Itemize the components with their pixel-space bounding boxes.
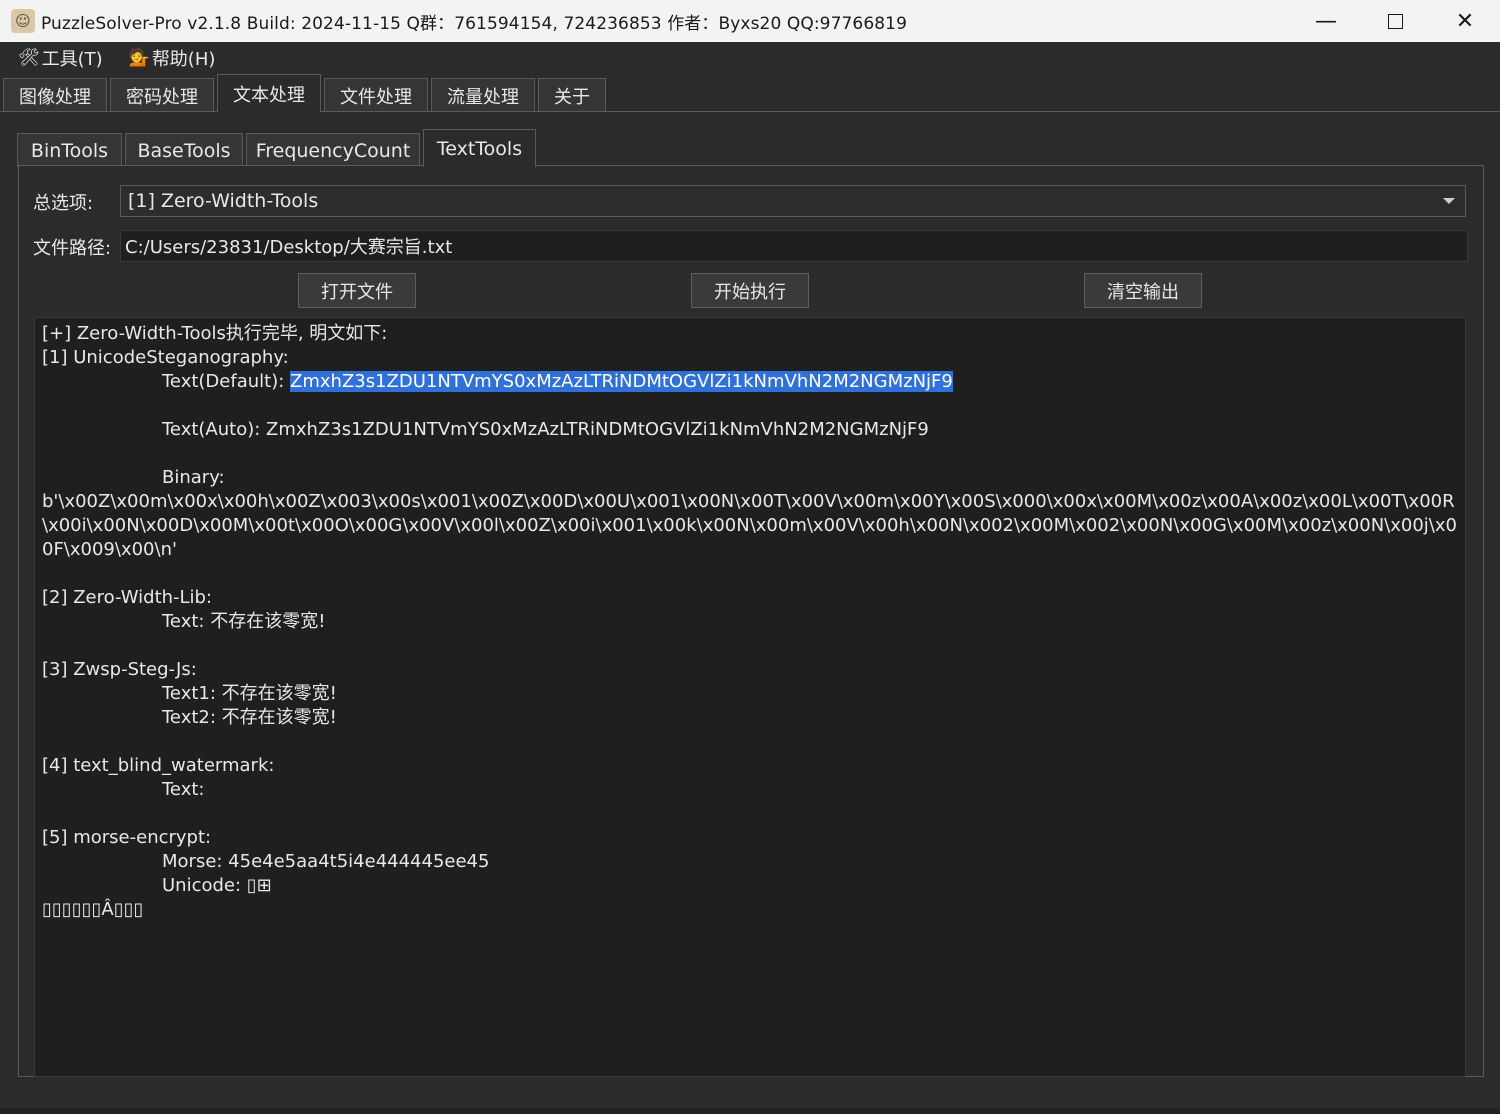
section-2-text: Text: 不存在该零宽! xyxy=(162,611,326,632)
open-file-button[interactable]: 打开文件 xyxy=(298,273,416,308)
title-bar: ☺ PuzzleSolver-Pro v2.1.8 Build: 2024-11… xyxy=(0,0,1500,42)
minimize-button[interactable]: — xyxy=(1291,0,1361,42)
sub-tab-bar: BinTools BaseTools FrequencyCount TextTo… xyxy=(17,129,539,167)
maximize-button[interactable] xyxy=(1360,0,1430,42)
tab-frequencycount[interactable]: FrequencyCount xyxy=(246,133,420,167)
run-button[interactable]: 开始执行 xyxy=(691,273,809,308)
tab-image[interactable]: 图像处理 xyxy=(3,78,107,112)
path-label: 文件路径: xyxy=(33,238,112,259)
selected-flag-text[interactable]: ZmxhZ3s1ZDU1NTVmYS0xMzAzLTRiNDMtOGVlZi1k… xyxy=(290,371,953,392)
text-processing-panel: BinTools BaseTools FrequencyCount TextTo… xyxy=(5,112,1495,1108)
auto-text-line: Text(Auto): ZmxhZ3s1ZDU1NTVmYS0xMzAzLTRi… xyxy=(162,419,929,440)
section-5-morse: Morse: 45e4e5aa4t5i4e444445ee45 xyxy=(162,851,490,872)
window-title: PuzzleSolver-Pro v2.1.8 Build: 2024-11-1… xyxy=(41,13,907,34)
tab-bintools[interactable]: BinTools xyxy=(17,133,122,167)
menu-tools[interactable]: 🛠 工具(T) xyxy=(18,45,103,71)
section-3-title: [3] Zwsp-Steg-Js: xyxy=(42,659,197,680)
tab-about[interactable]: 关于 xyxy=(538,78,606,112)
app-logo-icon: ☺ xyxy=(11,9,35,33)
file-path-input[interactable] xyxy=(120,230,1468,262)
tab-texttools[interactable]: TextTools xyxy=(423,129,536,167)
option-select[interactable]: [1] Zero-Width-Tools xyxy=(120,185,1466,217)
menu-help-label: 帮助(H) xyxy=(151,49,216,70)
output-header: [+] Zero-Width-Tools执行完毕, 明文如下: xyxy=(42,323,388,344)
tab-file[interactable]: 文件处理 xyxy=(324,78,428,112)
main-tab-bar: 图像处理 密码处理 文本处理 文件处理 流量处理 关于 xyxy=(0,74,1500,112)
section-4-text: Text: xyxy=(162,779,205,800)
help-person-icon: 💁 xyxy=(128,48,150,68)
close-icon: ✕ xyxy=(1455,8,1475,34)
default-text-line: Text(Default): ZmxhZ3s1ZDU1NTVmYS0xMzAzL… xyxy=(42,370,1458,394)
section-1-title: [1] UnicodeSteganography: xyxy=(42,347,289,368)
section-3-text2: Text2: 不存在该零宽! xyxy=(162,707,337,728)
tab-text[interactable]: 文本处理 xyxy=(217,74,321,112)
section-4-title: [4] text_blind_watermark: xyxy=(42,755,275,776)
output-textarea[interactable]: [+] Zero-Width-Tools执行完毕, 明文如下: [1] Unic… xyxy=(34,317,1466,1077)
tools-icon: 🛠 xyxy=(18,48,40,68)
binary-label: Binary: xyxy=(162,467,225,488)
menu-tools-label: 工具(T) xyxy=(41,49,103,70)
section-5-title: [5] morse-encrypt: xyxy=(42,827,212,848)
option-label: 总选项: xyxy=(33,193,94,214)
menu-bar: 🛠 工具(T) 💁 帮助(H) xyxy=(0,42,1500,74)
clear-output-button[interactable]: 清空输出 xyxy=(1084,273,1202,308)
texttools-frame: 总选项: [1] Zero-Width-Tools 文件路径: 打开文件 开始执… xyxy=(18,165,1484,1077)
section-5-unicode: Unicode: ▯⊞ xyxy=(162,875,272,896)
option-select-value: [1] Zero-Width-Tools xyxy=(128,190,319,212)
maximize-icon xyxy=(1387,13,1403,29)
window-bottom-edge xyxy=(0,1108,1500,1114)
binary-value: b'\x00Z\x00m\x00x\x00h\x00Z\x003\x00s\x0… xyxy=(42,491,1457,560)
section-2-title: [2] Zero-Width-Lib: xyxy=(42,587,213,608)
tab-traffic[interactable]: 流量处理 xyxy=(431,78,535,112)
menu-help[interactable]: 💁 帮助(H) xyxy=(129,45,216,71)
minimize-icon: — xyxy=(1315,8,1337,34)
default-text-label: Text(Default): xyxy=(162,371,291,392)
tab-cipher[interactable]: 密码处理 xyxy=(110,78,214,112)
tab-basetools[interactable]: BaseTools xyxy=(125,133,243,167)
close-button[interactable]: ✕ xyxy=(1430,0,1500,42)
chevron-down-icon xyxy=(1443,198,1455,204)
section-3-text1: Text1: 不存在该零宽! xyxy=(162,683,337,704)
section-5-garbled: ▯▯▯▯▯▯Â▯▯▯ xyxy=(42,899,144,920)
